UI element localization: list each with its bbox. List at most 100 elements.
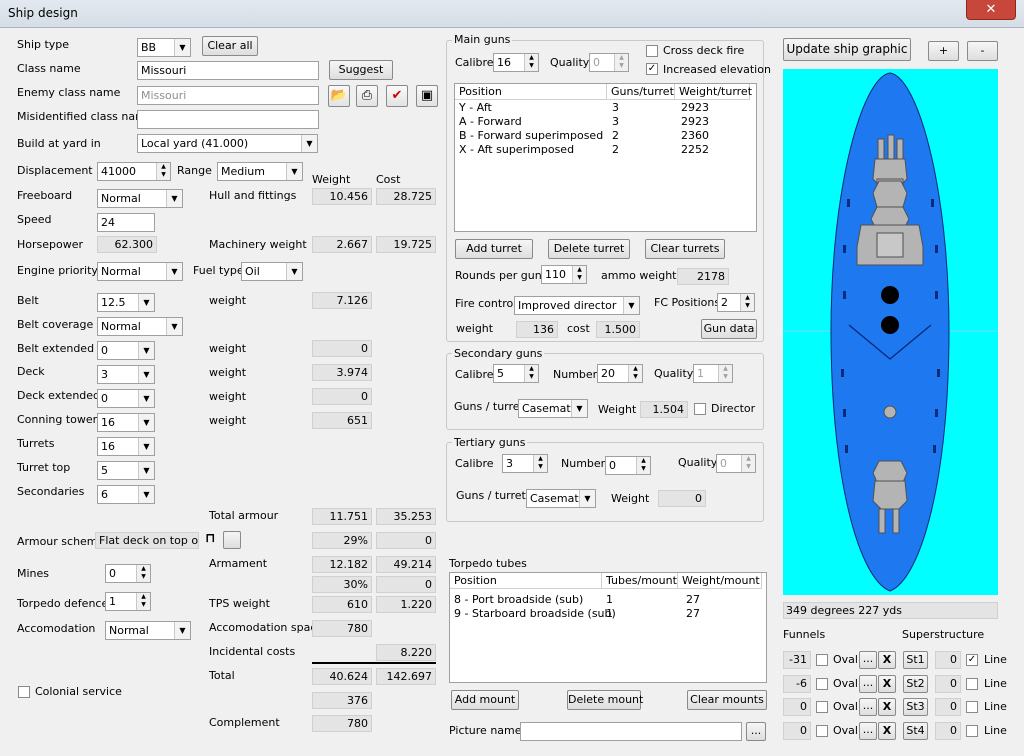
- oval-label: Oval: [833, 724, 858, 737]
- suggest-button[interactable]: Suggest: [329, 60, 393, 80]
- secondary-number-stepper[interactable]: 20 ▲ ▼: [597, 364, 643, 383]
- funnel-options-button[interactable]: ...: [859, 651, 877, 669]
- checkmark-icon[interactable]: ✔: [386, 85, 408, 107]
- deck-weight: 3.974: [312, 364, 372, 381]
- funnel-delete-button[interactable]: X: [878, 675, 896, 693]
- cross-deck-checkbox[interactable]: [646, 45, 658, 57]
- add-turret-button[interactable]: Add turret: [455, 239, 533, 259]
- line-checkbox[interactable]: ✓: [966, 654, 978, 666]
- turret-list[interactable]: Position Guns/turret Weight/turret Y - A…: [454, 83, 757, 232]
- funnel-2: [881, 316, 899, 334]
- secondary-guns-turret-select[interactable]: Casemate: ▼: [518, 399, 588, 418]
- enemy-class-input[interactable]: Missouri: [137, 86, 319, 105]
- colonial-service-checkbox[interactable]: [18, 686, 30, 698]
- rounds-per-gun-stepper[interactable]: 110 ▲ ▼: [541, 265, 587, 284]
- funnel-options-button[interactable]: ...: [859, 698, 877, 716]
- speed-input[interactable]: 24: [97, 213, 155, 232]
- funnel-delete-button[interactable]: X: [878, 722, 896, 740]
- turret-col-weight[interactable]: Weight/turret: [675, 84, 752, 100]
- oval-checkbox[interactable]: [816, 725, 828, 737]
- picture-name-input[interactable]: [520, 722, 742, 741]
- main-calibre-stepper[interactable]: 16 ▲ ▼: [493, 53, 539, 72]
- fc-positions-stepper[interactable]: 2 ▲ ▼: [717, 293, 755, 312]
- tertiary-calibre-stepper[interactable]: 3 ▲ ▼: [502, 454, 548, 473]
- table-row[interactable]: Y - Aft: [459, 101, 492, 114]
- secondary-calibre-stepper[interactable]: 5 ▲ ▼: [493, 364, 539, 383]
- torpedo-col-tubes[interactable]: Tubes/mount: [602, 573, 678, 589]
- ship-graphic[interactable]: [783, 69, 998, 595]
- misidentified-input[interactable]: [137, 110, 319, 129]
- oval-checkbox[interactable]: [816, 654, 828, 666]
- funnel-delete-button[interactable]: X: [878, 651, 896, 669]
- class-name-input[interactable]: Missouri: [137, 61, 319, 80]
- tertiary-guns-turret-select[interactable]: Casemate: ▼: [526, 489, 596, 508]
- tertiary-number-stepper[interactable]: 0 ▲ ▼: [605, 456, 651, 475]
- line-checkbox[interactable]: [966, 725, 978, 737]
- superstructure-button[interactable]: St4: [903, 722, 928, 740]
- fire-control-select[interactable]: Improved director ▼: [514, 296, 640, 315]
- save-icon[interactable]: ▣: [416, 85, 438, 107]
- clear-turrets-button[interactable]: Clear turrets: [645, 239, 725, 259]
- accomodation-space: 780: [312, 620, 372, 637]
- director-checkbox[interactable]: [694, 403, 706, 415]
- oval-checkbox[interactable]: [816, 701, 828, 713]
- main-quality-stepper[interactable]: 0 ▲ ▼: [589, 53, 629, 72]
- table-row[interactable]: A - Forward: [459, 115, 522, 128]
- increased-elevation-checkbox[interactable]: ✓: [646, 63, 658, 75]
- line-checkbox[interactable]: [966, 701, 978, 713]
- turret-col-guns[interactable]: Guns/turret: [607, 84, 675, 100]
- torpedo-col-position[interactable]: Position: [450, 573, 602, 589]
- table-row[interactable]: B - Forward superimposed: [459, 129, 603, 142]
- torpedo-defence-stepper[interactable]: 1 ▲ ▼: [105, 592, 151, 611]
- add-mount-button[interactable]: Add mount: [451, 690, 519, 710]
- delete-turret-button[interactable]: Delete turret: [548, 239, 630, 259]
- table-row[interactable]: 8 - Port broadside (sub): [454, 593, 583, 606]
- funnel-options-button[interactable]: ...: [859, 675, 877, 693]
- oval-checkbox[interactable]: [816, 678, 828, 690]
- close-button[interactable]: ✕: [966, 0, 1016, 20]
- turret-top-select[interactable]: 5 ▼: [97, 461, 155, 480]
- turret-col-position[interactable]: Position: [455, 84, 607, 100]
- ship-type-select[interactable]: BB ▼: [137, 38, 191, 57]
- tertiary-quality-stepper[interactable]: 0 ▲ ▼: [716, 454, 756, 473]
- funnel-options-button[interactable]: ...: [859, 722, 877, 740]
- gun-data-button[interactable]: Gun data: [701, 319, 757, 339]
- clear-mounts-button[interactable]: Clear mounts: [687, 690, 767, 710]
- torpedo-list[interactable]: Position Tubes/mount Weight/mount 8 - Po…: [449, 572, 767, 683]
- turrets-select[interactable]: 16 ▼: [97, 437, 155, 456]
- torpedo-col-weight[interactable]: Weight/mount: [678, 573, 762, 589]
- engine-priority-select[interactable]: Normal ▼: [97, 262, 183, 281]
- superstructure-button[interactable]: St1: [903, 651, 928, 669]
- conning-tower-select[interactable]: 16 ▼: [97, 413, 155, 432]
- belt-coverage-select[interactable]: Normal ▼: [97, 317, 183, 336]
- zoom-out-button[interactable]: -: [967, 41, 998, 61]
- belt-extended-select[interactable]: 0 ▼: [97, 341, 155, 360]
- belt-select[interactable]: 12.5 ▼: [97, 293, 155, 312]
- mines-stepper[interactable]: 0 ▲ ▼: [105, 564, 151, 583]
- deck-select[interactable]: 3 ▼: [97, 365, 155, 384]
- table-row[interactable]: 9 - Starboard broadside (sub): [454, 607, 616, 620]
- superstructure-button[interactable]: St2: [903, 675, 928, 693]
- update-graphic-button[interactable]: Update ship graphic: [783, 38, 911, 61]
- build-yard-select[interactable]: Local yard (41.000) ▼: [137, 134, 318, 153]
- print-icon[interactable]: ⎙: [356, 85, 378, 107]
- secondary-quality-stepper[interactable]: 1 ▲ ▼: [693, 364, 733, 383]
- secondaries-select[interactable]: 6 ▼: [97, 485, 155, 504]
- scheme-button[interactable]: [223, 531, 241, 549]
- accomodation-select[interactable]: Normal ▼: [105, 621, 191, 640]
- deck-extended-select[interactable]: 0 ▼: [97, 389, 155, 408]
- funnel-delete-button[interactable]: X: [878, 698, 896, 716]
- range-select[interactable]: Medium ▼: [217, 162, 303, 181]
- open-folder-icon[interactable]: 📂: [328, 85, 350, 107]
- delete-mount-button[interactable]: Delete mount: [567, 690, 643, 710]
- zoom-in-button[interactable]: +: [928, 41, 959, 61]
- browse-button[interactable]: ...: [746, 722, 766, 741]
- freeboard-select[interactable]: Normal ▼: [97, 189, 183, 208]
- superstructure-button[interactable]: St3: [903, 698, 928, 716]
- line-checkbox[interactable]: [966, 678, 978, 690]
- table-row[interactable]: X - Aft superimposed: [459, 143, 574, 156]
- fuel-type-select[interactable]: Oil ▼: [241, 262, 303, 281]
- table-cell: 3: [612, 101, 619, 114]
- clear-all-button[interactable]: Clear all: [202, 36, 258, 56]
- displacement-stepper[interactable]: 41000 ▲ ▼: [97, 162, 171, 181]
